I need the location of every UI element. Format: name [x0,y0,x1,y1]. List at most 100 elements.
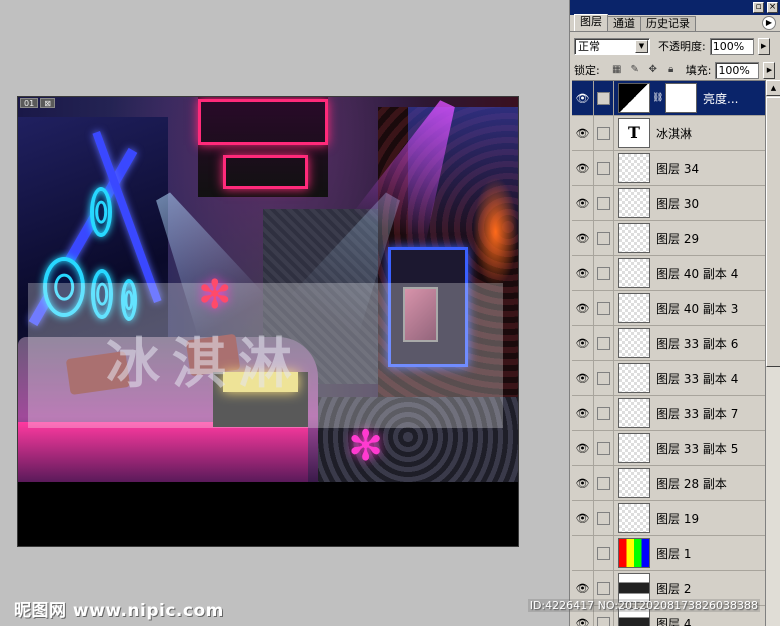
eye-icon[interactable] [572,536,594,570]
eye-icon[interactable]: 👁︎ [572,81,594,115]
layer-row[interactable]: 👁︎ T 冰淇淋 [572,116,765,151]
layer-thumbnail [618,363,650,393]
eye-icon[interactable]: 👁︎ [572,361,594,395]
lock-all-icon[interactable]: 🔒︎ [664,63,678,77]
layer-link-toggle[interactable] [594,466,614,500]
fill-field[interactable]: 100% [715,61,760,79]
layer-name: 图层 33 副本 5 [656,441,739,456]
site-watermark: 昵图网 www.nipic.com [14,601,224,621]
layer-link-toggle[interactable] [594,221,614,255]
layer-thumbnail [618,223,650,253]
eye-icon[interactable]: 👁︎ [572,396,594,430]
palette-tabs: 图层 通道 历史记录 ▶ [570,14,780,32]
palette-titlebar[interactable]: ▫ × [570,0,780,15]
neon-ceiling-frame [223,155,308,189]
blend-mode-select[interactable]: 正常 ▼ [574,37,650,55]
layer-row[interactable]: 👁︎ 图层 29 [572,221,765,256]
lock-paint-icon[interactable]: ✎ [628,63,642,77]
eye-icon[interactable]: 👁︎ [572,326,594,360]
layer-link-toggle[interactable] [594,536,614,570]
layer-name: 图层 4 [656,616,692,626]
layer-thumbnail [618,538,650,568]
eye-icon[interactable]: 👁︎ [572,291,594,325]
floor-flower-light: ✻ [348,421,384,470]
layer-name: 图层 19 [656,511,700,526]
layer-row[interactable]: 👁︎ ⛓ 亮度... [572,81,765,116]
opacity-slider-arrow-icon[interactable]: ▶ [757,37,770,55]
layer-name: 图层 29 [656,231,700,246]
sofa-seat [18,422,308,482]
layer-list-scrollbar[interactable]: ▲ [765,80,780,626]
tab-history[interactable]: 历史记录 [640,16,696,31]
layer-link-toggle[interactable] [594,326,614,360]
link-box-icon [597,476,610,490]
eye-icon[interactable]: 👁︎ [572,431,594,465]
blend-mode-value: 正常 [578,39,600,53]
lock-transparency-icon[interactable]: ▦ [610,63,624,77]
lock-label: 锁定: [574,64,600,77]
layers-palette: ▫ × 图层 通道 历史记录 ▶ 正常 ▼ 不透明度: 100% ▶ 锁定: ▦… [569,0,780,626]
link-box-icon [597,441,610,455]
layer-row[interactable]: 👁︎ 图层 40 副本 3 [572,291,765,326]
eye-icon[interactable]: 👁︎ [572,151,594,185]
panel-menu-arrow-icon[interactable]: ▶ [762,16,776,30]
link-box-icon [597,511,610,525]
link-box-icon [597,126,610,140]
document-badge-number: 01 [20,98,39,108]
layer-row[interactable]: 👁︎ 图层 34 [572,151,765,186]
link-box-icon [597,406,610,420]
blend-opacity-row: 正常 ▼ 不透明度: 100% ▶ [570,34,780,58]
layer-row[interactable]: 👁︎ 图层 30 [572,186,765,221]
scroll-up-icon[interactable]: ▲ [766,80,780,96]
image-id-watermark: ID:4226417 NO:20120208173826038388 [527,599,760,612]
layer-thumbnail [618,468,650,498]
link-box-icon [597,336,610,350]
layer-name: 图层 34 [656,161,700,176]
opacity-label: 不透明度: [658,40,706,53]
layer-row[interactable]: 👁︎ 图层 19 [572,501,765,536]
eye-icon[interactable]: 👁︎ [572,116,594,150]
eye-icon[interactable]: 👁︎ [572,501,594,535]
layer-name: 图层 28 副本 [656,476,727,491]
layer-link-toggle[interactable] [594,81,614,115]
layer-link-toggle[interactable] [594,256,614,290]
layer-link-toggle[interactable] [594,116,614,150]
link-box-icon [597,231,610,245]
layer-link-toggle[interactable] [594,186,614,220]
minimize-icon[interactable]: ▫ [753,2,764,13]
layer-row[interactable]: 👁︎ 图层 33 副本 5 [572,431,765,466]
layer-row[interactable]: 👁︎ 图层 40 副本 4 [572,256,765,291]
layer-row[interactable]: 图层 1 [572,536,765,571]
lock-move-icon[interactable]: ✥ [646,63,660,77]
layer-row[interactable]: 👁︎ 图层 33 副本 6 [572,326,765,361]
lock-fill-row: 锁定: ▦ ✎ ✥ 🔒︎ 填充: 100% ▶ [570,58,780,82]
chevron-down-icon[interactable]: ▼ [635,39,648,53]
layer-row[interactable]: 👁︎ 图层 33 副本 7 [572,396,765,431]
close-icon[interactable]: × [767,2,778,13]
layer-list: 👁︎ ⛓ 亮度... 👁︎ T 冰淇淋 👁︎ 图层 34 👁︎ 图层 30 👁︎ 图层 29 👁︎ 图层 … [572,80,765,626]
eye-icon[interactable]: 👁︎ [572,256,594,290]
chain-link-icon[interactable]: ⛓ [652,93,663,103]
layer-mask-thumbnail[interactable] [665,83,697,113]
text-layer-icon: T [618,118,650,148]
layer-link-toggle[interactable] [594,501,614,535]
layer-link-toggle[interactable] [594,431,614,465]
eye-icon[interactable]: 👁︎ [572,466,594,500]
layer-link-toggle[interactable] [594,361,614,395]
fill-slider-arrow-icon[interactable]: ▶ [763,61,776,79]
layer-link-toggle[interactable] [594,396,614,430]
scrollbar-thumb[interactable] [766,97,780,367]
tab-channels[interactable]: 通道 [607,16,641,31]
eye-icon[interactable]: 👁︎ [572,221,594,255]
document-canvas[interactable]: 01 ⊠ ✻ ✻ 冰淇淋 [17,96,519,547]
layer-thumbnail [618,293,650,323]
layer-row[interactable]: 👁︎ 图层 33 副本 4 [572,361,765,396]
opacity-field[interactable]: 100% [709,37,754,55]
tab-layers[interactable]: 图层 [574,14,608,31]
lock-icons: ▦ ✎ ✥ 🔒︎ [610,63,678,77]
layer-link-toggle[interactable] [594,291,614,325]
layer-name: 图层 33 副本 6 [656,336,739,351]
layer-row[interactable]: 👁︎ 图层 28 副本 [572,466,765,501]
layer-link-toggle[interactable] [594,151,614,185]
eye-icon[interactable]: 👁︎ [572,186,594,220]
